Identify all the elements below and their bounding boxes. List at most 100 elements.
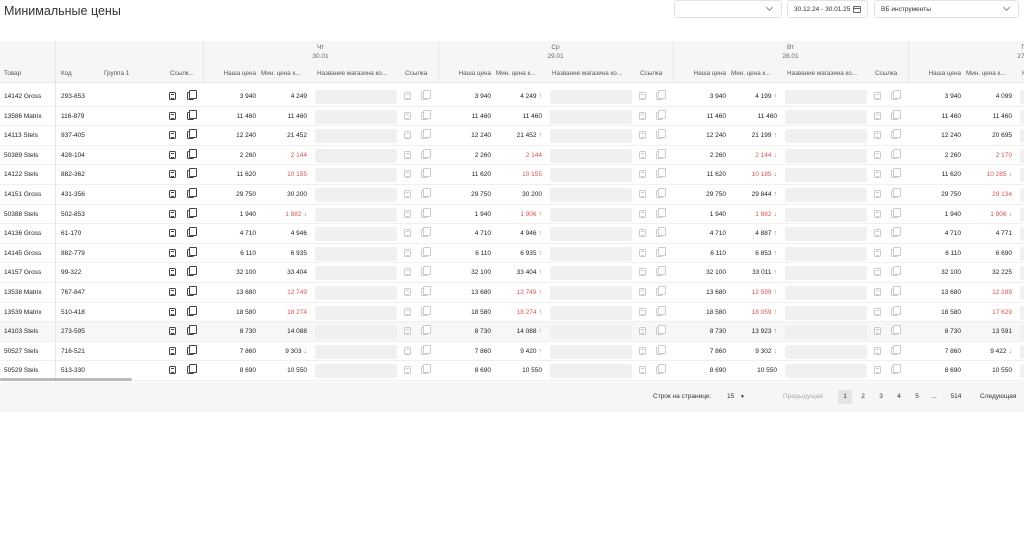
table-row[interactable]: 50527 Stels 716-521 7 860 9 303 ↓ 7 860 9 420 ↑… xyxy=(0,342,1024,362)
link-doc-icon[interactable] xyxy=(169,327,176,336)
link-doc-icon[interactable] xyxy=(639,307,646,316)
link-doc-icon[interactable] xyxy=(874,150,881,159)
copy-icon[interactable] xyxy=(656,188,666,198)
link-doc-icon[interactable] xyxy=(169,150,176,159)
page-number-button[interactable]: 1 xyxy=(838,390,852,404)
link-doc-icon[interactable] xyxy=(639,288,646,296)
copy-icon[interactable] xyxy=(891,227,901,238)
table-row[interactable]: 13539 Matrix 510-418 18 580 18 274 18 580 18 … xyxy=(0,303,1024,323)
table-row[interactable]: 14136 Gross 61-170 4 710 4 946 4 710 4 946 ↑ 4 … xyxy=(0,224,1024,244)
link-doc-icon[interactable] xyxy=(874,288,881,296)
table-row[interactable]: 14151 Gross 431-356 29 750 30 200 29 750 30 2… xyxy=(0,185,1024,205)
link-doc-icon[interactable] xyxy=(639,248,646,257)
horizontal-scrollbar[interactable] xyxy=(0,378,132,381)
copy-icon[interactable] xyxy=(891,188,901,198)
copy-icon[interactable] xyxy=(421,109,431,120)
link-doc-icon[interactable] xyxy=(639,150,646,159)
copy-icon[interactable] xyxy=(421,188,431,198)
copy-icon[interactable] xyxy=(187,286,197,296)
copy-icon[interactable] xyxy=(891,286,901,296)
copy-icon[interactable] xyxy=(421,246,431,257)
page-number-button[interactable]: 2 xyxy=(856,390,870,404)
link-doc-icon[interactable] xyxy=(874,307,881,316)
copy-icon[interactable] xyxy=(187,207,197,218)
link-doc-icon[interactable] xyxy=(169,346,176,355)
link-doc-icon[interactable] xyxy=(639,111,646,120)
link-doc-icon[interactable] xyxy=(874,92,881,100)
copy-icon[interactable] xyxy=(891,266,901,277)
link-doc-icon[interactable] xyxy=(874,131,881,140)
copy-icon[interactable] xyxy=(656,246,666,257)
link-doc-icon[interactable] xyxy=(169,111,176,120)
copy-icon[interactable] xyxy=(187,109,197,120)
table-row[interactable]: 14103 Stels 273-595 8 730 14 088 8 730 14 088… xyxy=(0,322,1024,342)
copy-icon[interactable] xyxy=(656,325,666,336)
link-doc-icon[interactable] xyxy=(874,248,881,257)
table-row[interactable]: 14157 Gross 99-322 32 100 33 404 32 100 33 40… xyxy=(0,263,1024,283)
link-doc-icon[interactable] xyxy=(404,248,411,257)
link-doc-icon[interactable] xyxy=(404,229,411,238)
link-doc-icon[interactable] xyxy=(169,170,176,179)
link-doc-icon[interactable] xyxy=(639,366,646,375)
table-row[interactable]: 14122 Stels 882-362 11 620 10 155 11 620 10 1… xyxy=(0,165,1024,185)
link-doc-icon[interactable] xyxy=(639,209,646,218)
link-doc-icon[interactable] xyxy=(169,229,176,238)
link-doc-icon[interactable] xyxy=(404,150,411,159)
copy-icon[interactable] xyxy=(656,109,666,120)
link-doc-icon[interactable] xyxy=(404,327,411,336)
copy-icon[interactable] xyxy=(187,129,197,140)
copy-icon[interactable] xyxy=(421,90,431,100)
link-doc-icon[interactable] xyxy=(404,366,411,375)
copy-icon[interactable] xyxy=(656,344,666,355)
link-doc-icon[interactable] xyxy=(639,131,646,140)
copy-icon[interactable] xyxy=(187,148,197,159)
copy-icon[interactable] xyxy=(187,188,197,198)
link-doc-icon[interactable] xyxy=(169,307,176,316)
copy-icon[interactable] xyxy=(656,148,666,159)
link-doc-icon[interactable] xyxy=(874,327,881,336)
link-doc-icon[interactable] xyxy=(404,190,411,198)
link-doc-icon[interactable] xyxy=(169,190,176,198)
link-doc-icon[interactable] xyxy=(169,288,176,296)
link-doc-icon[interactable] xyxy=(874,170,881,179)
copy-icon[interactable] xyxy=(421,305,431,316)
copy-icon[interactable] xyxy=(656,364,666,375)
link-doc-icon[interactable] xyxy=(874,346,881,355)
link-doc-icon[interactable] xyxy=(874,190,881,198)
table-row[interactable]: 50529 Stels 513-330 8 690 10 550 8 690 10 550… xyxy=(0,361,1024,381)
copy-icon[interactable] xyxy=(656,227,666,238)
table-row[interactable]: 50388 Stels 502-853 1 940 1 882 ↓ 1 940 1 906 ↑… xyxy=(0,205,1024,225)
copy-icon[interactable] xyxy=(891,325,901,336)
link-doc-icon[interactable] xyxy=(639,229,646,238)
table-row[interactable]: 14142 Gross 293-853 3 940 4 249 3 940 4 249 ↑ 3… xyxy=(0,87,1024,107)
copy-icon[interactable] xyxy=(421,227,431,238)
copy-icon[interactable] xyxy=(421,286,431,296)
copy-icon[interactable] xyxy=(421,364,431,375)
copy-icon[interactable] xyxy=(421,168,431,179)
copy-icon[interactable] xyxy=(891,305,901,316)
link-doc-icon[interactable] xyxy=(404,307,411,316)
copy-icon[interactable] xyxy=(187,325,197,336)
link-doc-icon[interactable] xyxy=(404,92,411,100)
table-row[interactable]: 14145 Gross 882-779 6 110 6 935 6 110 6 935 ↑ 6… xyxy=(0,244,1024,264)
link-doc-icon[interactable] xyxy=(169,92,176,100)
table-row[interactable]: 13538 Matrix 767-847 13 680 12 749 13 680 12 … xyxy=(0,283,1024,303)
link-doc-icon[interactable] xyxy=(404,268,411,277)
prev-page-button[interactable]: Предыдущая xyxy=(783,393,823,400)
link-doc-icon[interactable] xyxy=(874,268,881,277)
copy-icon[interactable] xyxy=(187,364,197,375)
copy-icon[interactable] xyxy=(421,148,431,159)
link-doc-icon[interactable] xyxy=(169,209,176,218)
link-doc-icon[interactable] xyxy=(874,229,881,238)
store-select[interactable] xyxy=(674,0,782,18)
date-range-picker[interactable]: 30.12.24 - 30.01.25 xyxy=(787,0,868,18)
page-number-button[interactable]: 3 xyxy=(874,390,888,404)
copy-icon[interactable] xyxy=(421,344,431,355)
link-doc-icon[interactable] xyxy=(169,268,176,277)
link-doc-icon[interactable] xyxy=(404,131,411,140)
link-doc-icon[interactable] xyxy=(639,268,646,277)
copy-icon[interactable] xyxy=(891,90,901,100)
page-number-button[interactable]: 514 xyxy=(948,390,964,404)
copy-icon[interactable] xyxy=(187,90,197,100)
link-doc-icon[interactable] xyxy=(639,170,646,179)
